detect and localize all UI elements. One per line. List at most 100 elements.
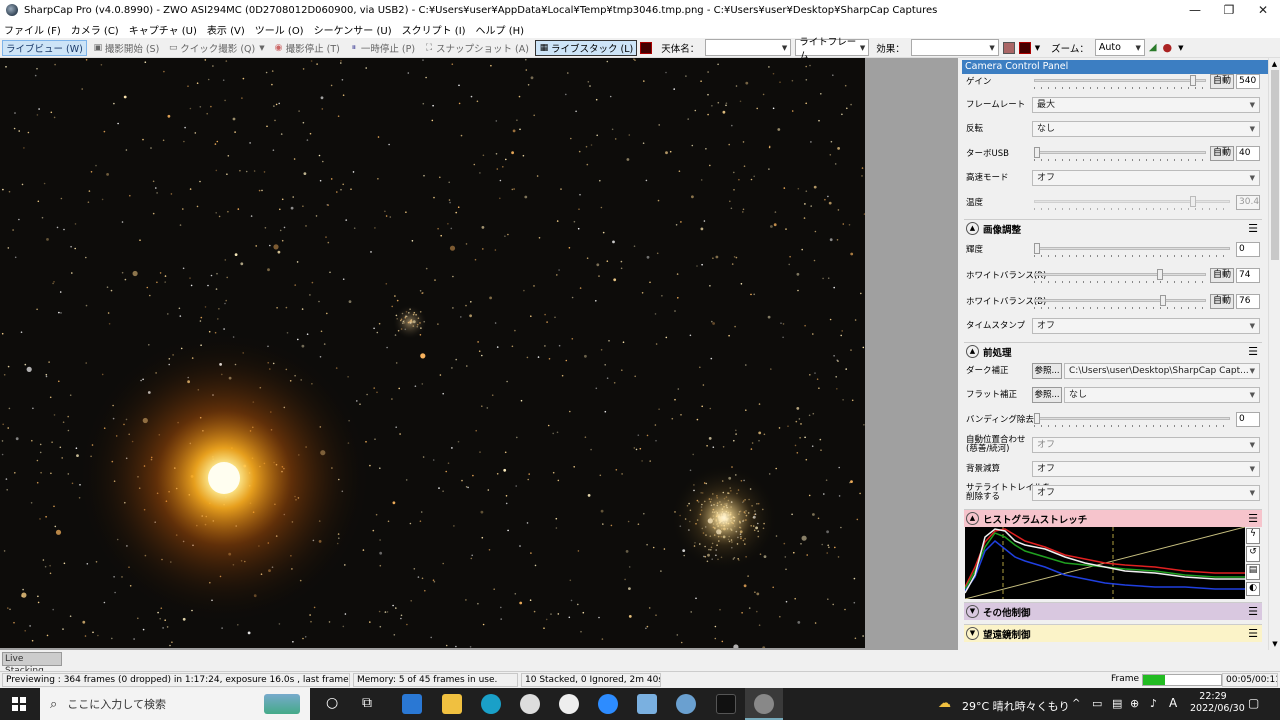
- magnifier-icon[interactable]: ●: [1163, 41, 1173, 54]
- scroll-up-icon[interactable]: ▲: [1269, 60, 1280, 68]
- dark-browse-button[interactable]: 参照...: [1032, 363, 1062, 379]
- gain-value[interactable]: 540: [1236, 74, 1260, 89]
- wb-blue-value[interactable]: 76: [1236, 294, 1260, 309]
- tray-chevron-icon[interactable]: ^: [1072, 698, 1080, 709]
- chrome-icon[interactable]: [520, 694, 540, 714]
- banding-value[interactable]: 0: [1236, 412, 1260, 427]
- hamburger-icon[interactable]: ☰: [1248, 512, 1258, 525]
- live-stack-button[interactable]: ▦ ライブスタック (L): [534, 39, 638, 56]
- live-view-button[interactable]: ライブビュー (W): [2, 39, 87, 56]
- weather-icon[interactable]: ☁: [938, 696, 951, 711]
- notepad-icon[interactable]: [637, 694, 657, 714]
- target-combo[interactable]: ▼: [705, 39, 792, 56]
- contrast-icon[interactable]: ◐: [1246, 582, 1260, 596]
- turbo-usb-thumb[interactable]: [1034, 147, 1040, 158]
- timestamp-select[interactable]: オフ ▼: [1032, 318, 1260, 334]
- ime-indicator[interactable]: A: [1169, 696, 1177, 710]
- banding-slider[interactable]: [1034, 413, 1230, 427]
- hamburger-icon[interactable]: ☰: [1248, 345, 1258, 358]
- chevron-down-icon[interactable]: ▼: [1178, 44, 1183, 52]
- bg-subtract-select[interactable]: オフ ▼: [1032, 461, 1260, 477]
- scroll-thumb[interactable]: [1271, 70, 1279, 260]
- live-stacking-tab[interactable]: Live Stacking: [2, 652, 62, 676]
- histogram-thumb-icon[interactable]: [640, 41, 653, 54]
- mail-icon[interactable]: [402, 694, 422, 714]
- wb-red-auto-button[interactable]: 自動: [1210, 268, 1234, 283]
- histogram-header[interactable]: ▲ ヒストグラムストレッチ ☰: [964, 509, 1262, 527]
- terminal-icon[interactable]: [716, 694, 736, 714]
- task-view-icon[interactable]: ⧉: [362, 695, 372, 711]
- sharpcap-taskbar-button[interactable]: [745, 688, 783, 720]
- high-speed-select[interactable]: オフ ▼: [1032, 170, 1260, 186]
- chevron-down-icon[interactable]: ▼: [259, 44, 264, 52]
- telescope-header[interactable]: ▼ 望遠鏡制御 ☰: [964, 624, 1262, 642]
- brightness-thumb[interactable]: [1034, 243, 1040, 254]
- turbo-usb-value[interactable]: 40: [1236, 146, 1260, 161]
- panel-scrollbar[interactable]: ▲ ▼: [1268, 58, 1280, 650]
- color-swatch-icon[interactable]: [1002, 41, 1015, 54]
- chevron-down-icon[interactable]: ▼: [966, 627, 979, 640]
- notification-icon[interactable]: ▢: [1248, 696, 1259, 710]
- brightness-slider[interactable]: [1034, 243, 1230, 257]
- taskbar-search[interactable]: ⌕ ここに入力して検索: [40, 688, 310, 720]
- image-adjust-header[interactable]: ▲ 画像調整 ☰: [964, 219, 1262, 237]
- flip-select[interactable]: なし ▼: [1032, 121, 1260, 137]
- close-button[interactable]: ✕: [1246, 0, 1280, 20]
- banding-thumb[interactable]: [1034, 413, 1040, 424]
- noise-icon[interactable]: [1018, 41, 1031, 54]
- frame-type-combo[interactable]: ライトフレーム ▼: [795, 37, 870, 62]
- chevron-down-icon[interactable]: ▼: [966, 605, 979, 618]
- chevron-up-icon[interactable]: ▲: [966, 345, 979, 358]
- wb-red-value[interactable]: 74: [1236, 268, 1260, 283]
- histogram-icon[interactable]: ◢: [1149, 42, 1157, 53]
- chevron-up-icon[interactable]: ▲: [966, 512, 979, 525]
- scroll-down-icon[interactable]: ▼: [1269, 640, 1280, 648]
- weather-text[interactable]: 29°C 晴れ時々くもり: [962, 698, 1070, 714]
- menu-view[interactable]: 表示 (V): [207, 22, 245, 37]
- flat-select[interactable]: なし ▼: [1064, 387, 1260, 403]
- tray-app-icon[interactable]: ▭: [1092, 697, 1102, 710]
- wb-blue-auto-button[interactable]: 自動: [1210, 294, 1234, 309]
- folder-icon[interactable]: [442, 694, 462, 714]
- pause-button[interactable]: ⏸ 一時停止 (P): [346, 40, 418, 56]
- save-icon[interactable]: ▤: [1246, 564, 1260, 580]
- globe-icon[interactable]: ⊕: [1130, 697, 1139, 710]
- menu-scripting[interactable]: スクリプト (I): [402, 22, 466, 37]
- stop-capture-button[interactable]: ◉ 撮影停止 (T): [271, 40, 343, 56]
- start-capture-button[interactable]: ▣ 撮影開始 (S): [90, 40, 162, 56]
- menu-tools[interactable]: ツール (O): [255, 22, 304, 37]
- histogram-plot[interactable]: [964, 526, 1246, 600]
- maximize-button[interactable]: ❐: [1212, 0, 1246, 20]
- reset-icon[interactable]: ↺: [1246, 546, 1260, 562]
- browser-icon[interactable]: [676, 694, 696, 714]
- app-icon-round[interactable]: [559, 694, 579, 714]
- cortana-icon[interactable]: ○: [326, 695, 338, 711]
- wb-blue-thumb[interactable]: [1160, 295, 1166, 306]
- wb-red-thumb[interactable]: [1157, 269, 1163, 280]
- windows-start-icon[interactable]: [12, 697, 26, 711]
- menu-sequencer[interactable]: シーケンサー (U): [314, 22, 392, 37]
- turbo-usb-slider[interactable]: [1034, 147, 1206, 161]
- lightning-icon[interactable]: ϟ: [1246, 528, 1260, 544]
- menu-help[interactable]: ヘルプ (H): [476, 22, 525, 37]
- wb-red-slider[interactable]: [1034, 269, 1206, 283]
- minimize-button[interactable]: —: [1178, 0, 1212, 20]
- hamburger-icon[interactable]: ☰: [1248, 627, 1258, 640]
- gain-auto-button[interactable]: 自動: [1210, 74, 1234, 89]
- frame-rate-select[interactable]: 最大 ▼: [1032, 97, 1260, 113]
- other-controls-header[interactable]: ▼ その他制御 ☰: [964, 602, 1262, 620]
- preprocess-header[interactable]: ▲ 前処理 ☰: [964, 342, 1262, 360]
- turbo-usb-auto-button[interactable]: 自動: [1210, 146, 1234, 161]
- menu-camera[interactable]: カメラ (C): [71, 22, 119, 37]
- menu-capture[interactable]: キャプチャ (U): [129, 22, 197, 37]
- hamburger-icon[interactable]: ☰: [1248, 605, 1258, 618]
- hamburger-icon[interactable]: ☰: [1248, 222, 1258, 235]
- zoom-icon[interactable]: [598, 694, 618, 714]
- clock[interactable]: 22:29 2022/06/30: [1190, 691, 1245, 715]
- dark-select[interactable]: C:\Users\user\Desktop\SharpCap Capt... ▼: [1064, 363, 1260, 379]
- wb-blue-slider[interactable]: [1034, 295, 1206, 309]
- edge-icon[interactable]: [481, 694, 501, 714]
- satellite-select[interactable]: オフ ▼: [1032, 485, 1260, 501]
- volume-icon[interactable]: ♪: [1150, 697, 1157, 710]
- snapshot-button[interactable]: ⛶ スナップショット (A): [421, 40, 532, 56]
